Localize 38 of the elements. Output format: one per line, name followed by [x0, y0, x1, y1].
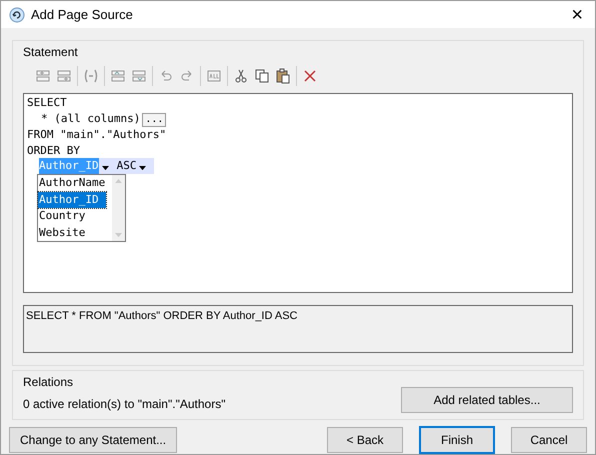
caret-icon[interactable] [102, 166, 109, 170]
query-editor[interactable]: SELECT * (all columns) ... FROM "main"."Authors" ORDER BY Author_ID ASC AuthorName Author_ID Country Website [23, 93, 573, 293]
add-row-icon[interactable] [35, 68, 51, 84]
sql-keyword: ORDER BY [27, 144, 80, 157]
insert-row-icon[interactable] [56, 68, 72, 84]
order-direction[interactable]: ASC [116, 158, 136, 174]
cut-icon[interactable] [233, 68, 249, 84]
paste-icon[interactable] [275, 68, 291, 84]
column-list[interactable]: * (all columns) [41, 112, 140, 125]
scroll-down-icon[interactable] [115, 232, 122, 237]
move-down-icon[interactable] [131, 68, 147, 84]
from-clause[interactable]: FROM "main"."Authors" [27, 128, 166, 141]
dropdown-item[interactable]: AuthorName [38, 175, 106, 192]
caret-icon[interactable] [139, 166, 146, 170]
scroll-up-icon[interactable] [115, 179, 122, 184]
close-button[interactable]: × [567, 4, 587, 24]
dropdown-item[interactable]: Website [38, 224, 106, 241]
window-title: Add Page Source [31, 6, 133, 24]
relations-text: 0 active relation(s) to "main"."Authors" [23, 396, 226, 413]
add-related-tables-button[interactable]: Add related tables... [401, 387, 573, 413]
move-up-icon[interactable] [110, 68, 126, 84]
change-statement-button[interactable]: Change to any Statement... [9, 427, 178, 453]
more-button[interactable]: ... [142, 112, 166, 127]
group-label: Relations [23, 374, 74, 391]
scrollbar[interactable] [112, 175, 125, 241]
dialog-button[interactable]: < Back [327, 427, 403, 453]
sql-keyword: SELECT [27, 96, 67, 109]
sql-preview: SELECT * FROM "Authors" ORDER BY Author_ID ASC [23, 305, 573, 353]
parentheses-icon[interactable] [83, 68, 99, 84]
dialog-button[interactable]: Cancel [511, 427, 587, 453]
app-icon [9, 6, 25, 22]
select-all-icon[interactable] [206, 68, 222, 84]
dropdown-item[interactable]: Author_ID [38, 192, 106, 208]
copy-icon[interactable] [254, 68, 270, 84]
dialog-button[interactable]: Finish [419, 426, 495, 454]
delete-icon[interactable] [302, 68, 318, 84]
group-label: Statement [23, 44, 79, 61]
dropdown-item[interactable]: Country [38, 208, 106, 224]
